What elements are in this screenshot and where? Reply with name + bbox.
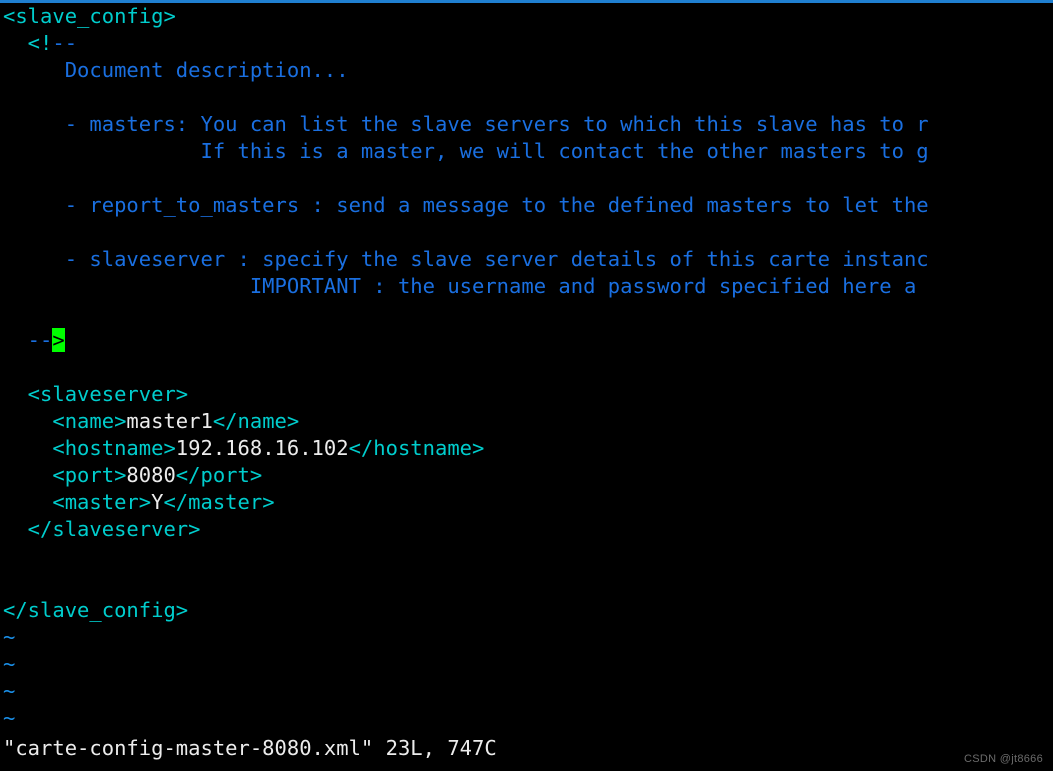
editor-line[interactable]: Document description... — [0, 57, 1053, 84]
code-span-tilde: ~ — [3, 706, 16, 730]
editor-line[interactable]: <!-- — [0, 30, 1053, 57]
code-span-comment: -- — [3, 328, 53, 352]
editor-line[interactable] — [0, 570, 1053, 597]
code-span-val: master1 — [126, 409, 213, 433]
code-span-tag: </slave_config> — [3, 598, 189, 622]
code-span-tag: </port> — [175, 463, 263, 487]
editor-line[interactable]: ~ — [0, 651, 1053, 678]
editor-line[interactable]: If this is a master, we will contact the… — [0, 138, 1053, 165]
editor-line[interactable]: <slaveserver> — [0, 381, 1053, 408]
code-span-comment: Document description... — [3, 58, 349, 82]
editor-line[interactable]: --> — [0, 327, 1053, 354]
editor-line[interactable]: </slave_config> — [0, 597, 1053, 624]
editor-line[interactable] — [0, 300, 1053, 327]
editor-line[interactable]: <master>Y</master> — [0, 489, 1053, 516]
editor-line[interactable] — [0, 543, 1053, 570]
editor-line[interactable]: <port>8080</port> — [0, 462, 1053, 489]
vim-status-line: "carte-config-master-8080.xml" 23L, 747C — [3, 736, 497, 760]
editor-line[interactable]: ~ — [0, 705, 1053, 732]
code-span-tag: <slaveserver> — [3, 382, 189, 406]
editor-buffer[interactable]: <slave_config> <!-- Document description… — [0, 3, 1053, 743]
text-cursor: > — [52, 328, 65, 352]
code-span-val: 8080 — [126, 463, 176, 487]
code-span-comment: IMPORTANT : the username and password sp… — [3, 274, 917, 298]
editor-line[interactable]: </slaveserver> — [0, 516, 1053, 543]
editor-line[interactable]: ~ — [0, 624, 1053, 651]
editor-line[interactable]: <slave_config> — [0, 3, 1053, 30]
code-span-tilde: ~ — [3, 679, 16, 703]
code-span-tag: <slave_config> — [3, 4, 176, 28]
code-span-comment: -- — [52, 31, 78, 55]
code-span-tag: </slaveserver> — [3, 517, 201, 541]
terminal-window: <slave_config> <!-- Document description… — [0, 0, 1053, 771]
editor-line[interactable] — [0, 219, 1053, 246]
editor-line[interactable]: IMPORTANT : the username and password sp… — [0, 273, 1053, 300]
editor-line[interactable] — [0, 354, 1053, 381]
code-span-tag: <! — [3, 31, 53, 55]
code-span-tag: </hostname> — [348, 436, 485, 460]
editor-line[interactable]: - masters: You can list the slave server… — [0, 111, 1053, 138]
editor-line[interactable] — [0, 165, 1053, 192]
csdn-watermark: CSDN @jt8666 — [964, 753, 1043, 765]
editor-line[interactable]: - slaveserver : specify the slave server… — [0, 246, 1053, 273]
code-span-comment: If this is a master, we will contact the… — [3, 139, 929, 163]
editor-line[interactable]: ~ — [0, 678, 1053, 705]
code-span-tilde: ~ — [3, 652, 16, 676]
editor-line[interactable]: - report_to_masters : send a message to … — [0, 192, 1053, 219]
code-span-tag: <port> — [3, 463, 127, 487]
code-span-tilde: ~ — [3, 625, 16, 649]
code-span-tag: <master> — [3, 490, 152, 514]
editor-line[interactable]: <hostname>192.168.16.102</hostname> — [0, 435, 1053, 462]
code-span-tag: </name> — [212, 409, 300, 433]
code-span-comment: - slaveserver : specify the slave server… — [3, 247, 929, 271]
code-span-tag: </master> — [163, 490, 275, 514]
code-span-val: 192.168.16.102 — [175, 436, 349, 460]
code-span-tag: <name> — [3, 409, 127, 433]
code-span-comment: - report_to_masters : send a message to … — [3, 193, 929, 217]
editor-line[interactable] — [0, 84, 1053, 111]
code-span-comment: - masters: You can list the slave server… — [3, 112, 929, 136]
code-span-val: Y — [151, 490, 164, 514]
editor-line[interactable]: <name>master1</name> — [0, 408, 1053, 435]
code-span-tag: <hostname> — [3, 436, 176, 460]
